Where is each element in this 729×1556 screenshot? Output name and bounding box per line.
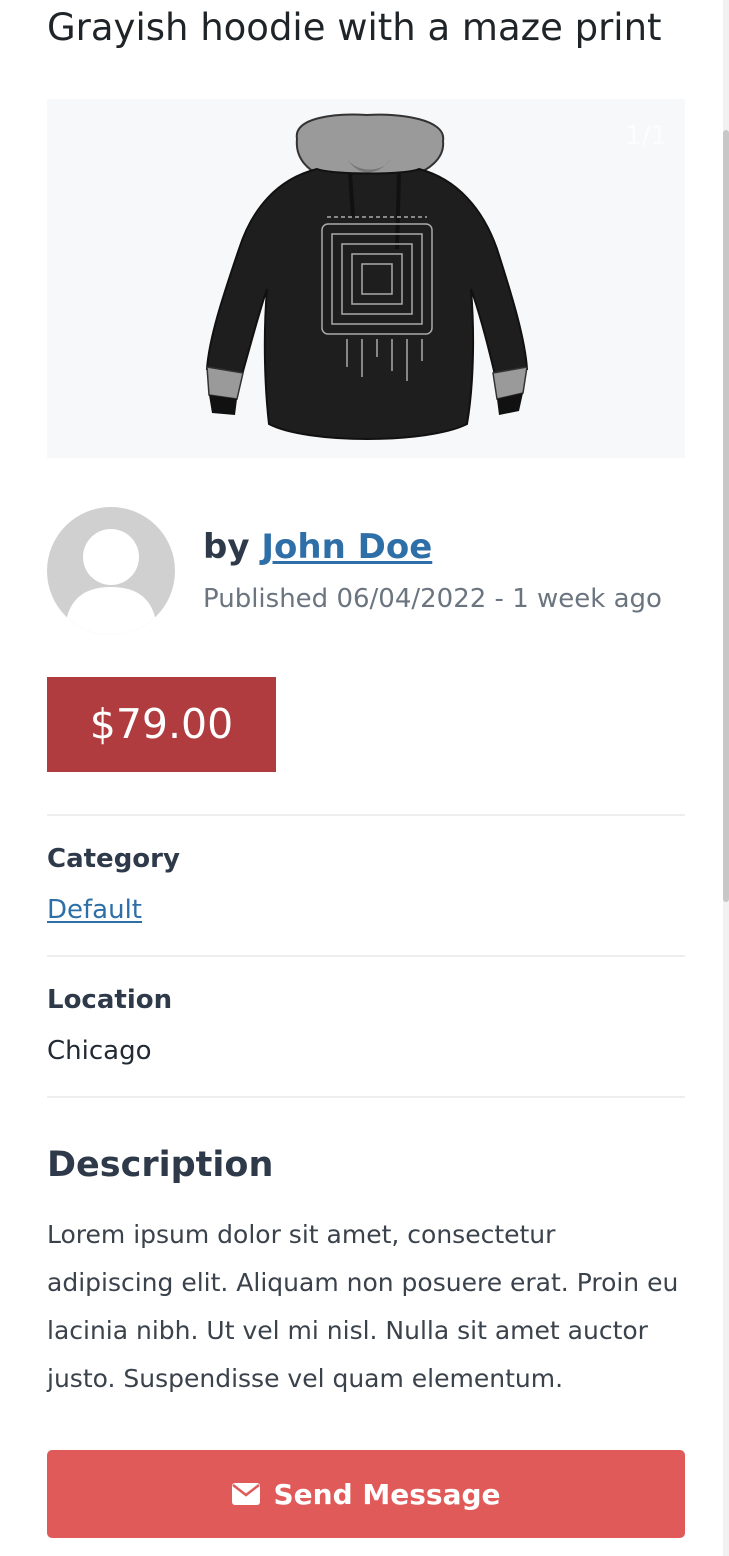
category-link[interactable]: Default bbox=[47, 895, 142, 925]
divider bbox=[47, 1096, 685, 1098]
image-gallery[interactable]: 1/1 bbox=[47, 99, 685, 458]
description-text: Lorem ipsum dolor sit amet, consectetur … bbox=[47, 1220, 679, 1393]
listing-title: Grayish hoodie with a maze print bbox=[47, 6, 662, 49]
divider bbox=[47, 814, 685, 816]
location-label: Location bbox=[47, 985, 173, 1015]
by-prefix: by bbox=[203, 527, 250, 567]
category-value: Default bbox=[47, 893, 142, 927]
send-message-label: Send Message bbox=[273, 1477, 501, 1511]
location-value: Chicago bbox=[47, 1036, 152, 1066]
author-block: by John Doe Published 06/04/2022 - 1 wee… bbox=[47, 507, 685, 635]
avatar bbox=[47, 507, 175, 635]
send-message-button[interactable]: Send Message bbox=[47, 1450, 685, 1538]
author-name-link[interactable]: John Doe bbox=[261, 527, 432, 567]
user-silhouette-icon bbox=[65, 529, 157, 635]
scrollbar-thumb[interactable] bbox=[723, 130, 729, 902]
published-date: Published 06/04/2022 - 1 week ago bbox=[203, 584, 662, 614]
category-label: Category bbox=[47, 844, 180, 874]
gallery-counter: 1/1 bbox=[625, 121, 667, 151]
hoodie-image bbox=[205, 113, 529, 440]
envelope-icon bbox=[231, 1483, 260, 1505]
price-badge: $79.00 bbox=[47, 677, 276, 772]
author-byline: by John Doe bbox=[203, 525, 432, 569]
divider bbox=[47, 955, 685, 957]
description-heading: Description bbox=[47, 1145, 274, 1185]
